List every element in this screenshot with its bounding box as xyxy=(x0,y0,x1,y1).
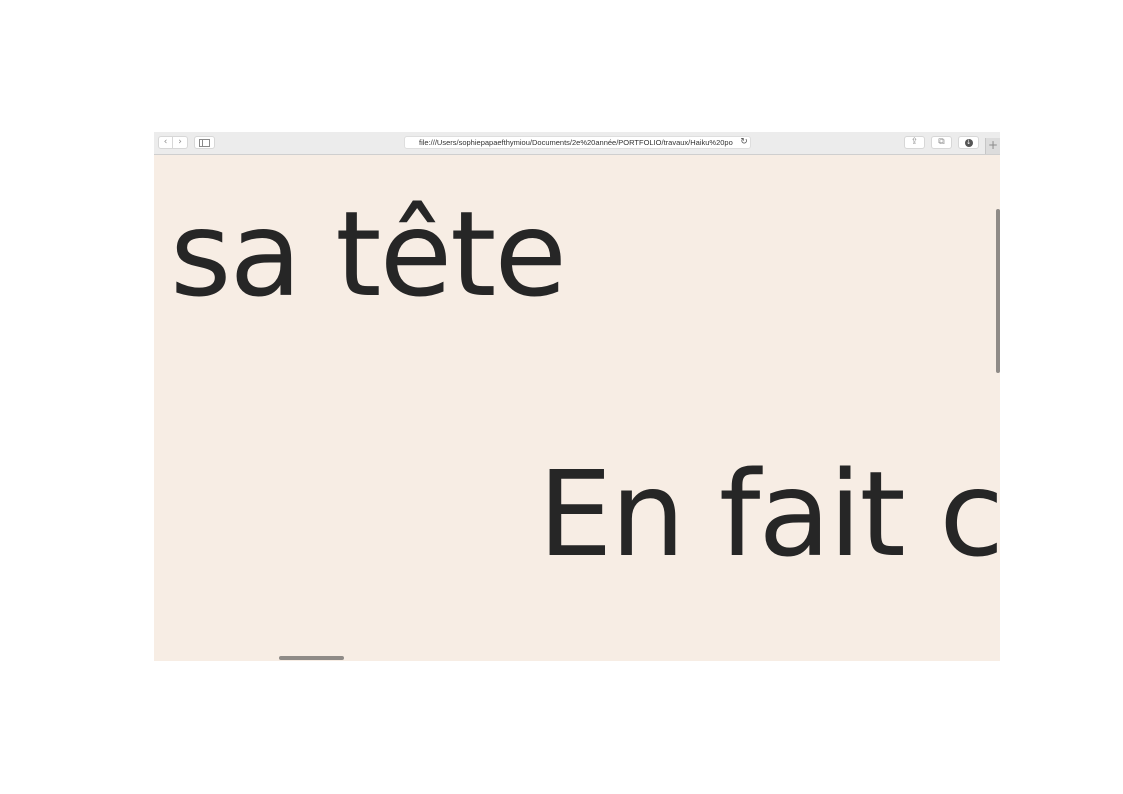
page-content: sa tête En fait c xyxy=(154,155,1000,661)
haiku-line-2: En fait c xyxy=(538,445,1000,583)
sidebar-icon xyxy=(199,138,210,147)
back-button[interactable]: ‹ xyxy=(158,136,173,149)
download-icon: ↓ xyxy=(964,138,973,147)
horizontal-scrollbar[interactable] xyxy=(279,656,344,660)
new-tab-button[interactable]: + xyxy=(985,138,1000,154)
sidebar-toggle-button[interactable] xyxy=(194,136,215,149)
downloads-button[interactable]: ↓ xyxy=(958,136,979,149)
address-bar[interactable]: file:///Users/sophiepapaefthymiou/Docume… xyxy=(404,136,751,149)
plus-icon: + xyxy=(987,138,999,152)
browser-toolbar: ‹ › file:///Users/sophiepapaefthymiou/Do… xyxy=(154,132,1000,155)
vertical-scrollbar[interactable] xyxy=(996,209,1000,373)
haiku-line-1: sa tête xyxy=(170,185,567,323)
reload-icon: ↻ xyxy=(740,137,748,147)
reload-button[interactable]: ↻ xyxy=(739,136,749,149)
tabs-overview-button[interactable]: ⧉ xyxy=(931,136,952,149)
forward-button[interactable]: › xyxy=(173,136,188,149)
url-text: file:///Users/sophiepapaefthymiou/Docume… xyxy=(419,138,733,147)
chevron-left-icon: ‹ xyxy=(163,137,168,147)
chevron-right-icon: › xyxy=(178,137,182,147)
browser-window: ‹ › file:///Users/sophiepapaefthymiou/Do… xyxy=(154,132,1000,661)
share-icon: ⇪ xyxy=(910,137,919,147)
share-button[interactable]: ⇪ xyxy=(904,136,925,149)
tabs-overview-icon: ⧉ xyxy=(938,137,945,147)
